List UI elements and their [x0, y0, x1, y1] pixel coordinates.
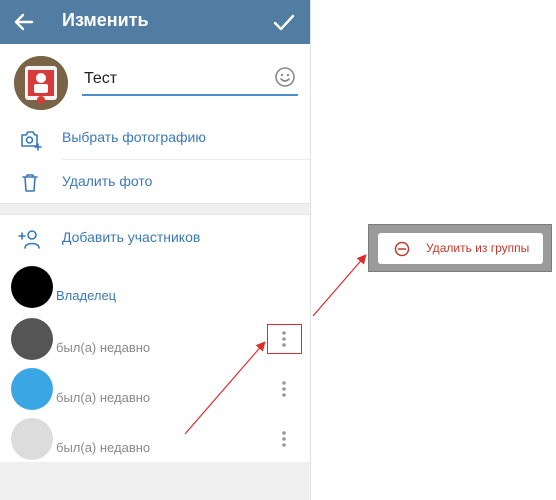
delete-photo-label: Удалить фото	[62, 173, 153, 189]
member-status: Владелец	[56, 288, 117, 303]
member-row[interactable]: был(а) недавно	[0, 414, 310, 464]
member-avatar	[11, 318, 53, 360]
member-row[interactable]: был(а) недавно	[0, 364, 310, 414]
remove-from-group-label: Удалить из группы	[426, 241, 530, 255]
more-options-icon[interactable]	[276, 378, 292, 400]
choose-photo-label: Выбрать фотографию	[62, 129, 206, 145]
member-avatar	[11, 266, 53, 308]
section-separator	[0, 203, 310, 215]
member-row[interactable]: был(а) недавно	[0, 314, 310, 364]
remove-from-group-item[interactable]: Удалить из группы	[378, 233, 543, 264]
add-user-icon	[18, 230, 40, 249]
app-bar: Изменить	[0, 0, 310, 44]
context-menu-callout: Удалить из группы	[368, 224, 552, 272]
member-status: был(а) недавно	[56, 340, 151, 355]
more-options-icon[interactable]	[276, 428, 292, 450]
group-profile	[0, 44, 310, 120]
back-arrow-icon[interactable]	[10, 8, 38, 36]
group-name-input[interactable]	[82, 64, 298, 96]
annotation-highlight-box	[267, 324, 302, 354]
group-avatar[interactable]	[14, 56, 68, 110]
member-avatar	[11, 368, 53, 410]
arrow-to-context-menu	[312, 254, 367, 317]
member-status: был(а) недавно	[56, 390, 151, 405]
page-title: Изменить	[62, 10, 149, 30]
member-row[interactable]: Владелец	[0, 262, 310, 312]
delete-photo-row[interactable]: Удалить фото	[0, 160, 310, 204]
minus-circle-icon	[394, 241, 410, 257]
trash-icon	[22, 174, 38, 192]
choose-photo-row[interactable]: Выбрать фотографию	[0, 116, 310, 160]
add-members-row[interactable]: Добавить участников	[0, 216, 310, 260]
group-avatar-image	[14, 56, 68, 110]
member-status: был(а) недавно	[56, 440, 151, 455]
emoji-icon[interactable]	[274, 66, 296, 88]
member-avatar	[11, 418, 53, 460]
checkmark-icon[interactable]	[270, 8, 298, 36]
phone-screen: Изменить Выбр	[0, 0, 311, 500]
add-members-label: Добавить участников	[62, 229, 201, 245]
camera-plus-icon	[21, 131, 42, 151]
bottom-background	[0, 462, 310, 500]
